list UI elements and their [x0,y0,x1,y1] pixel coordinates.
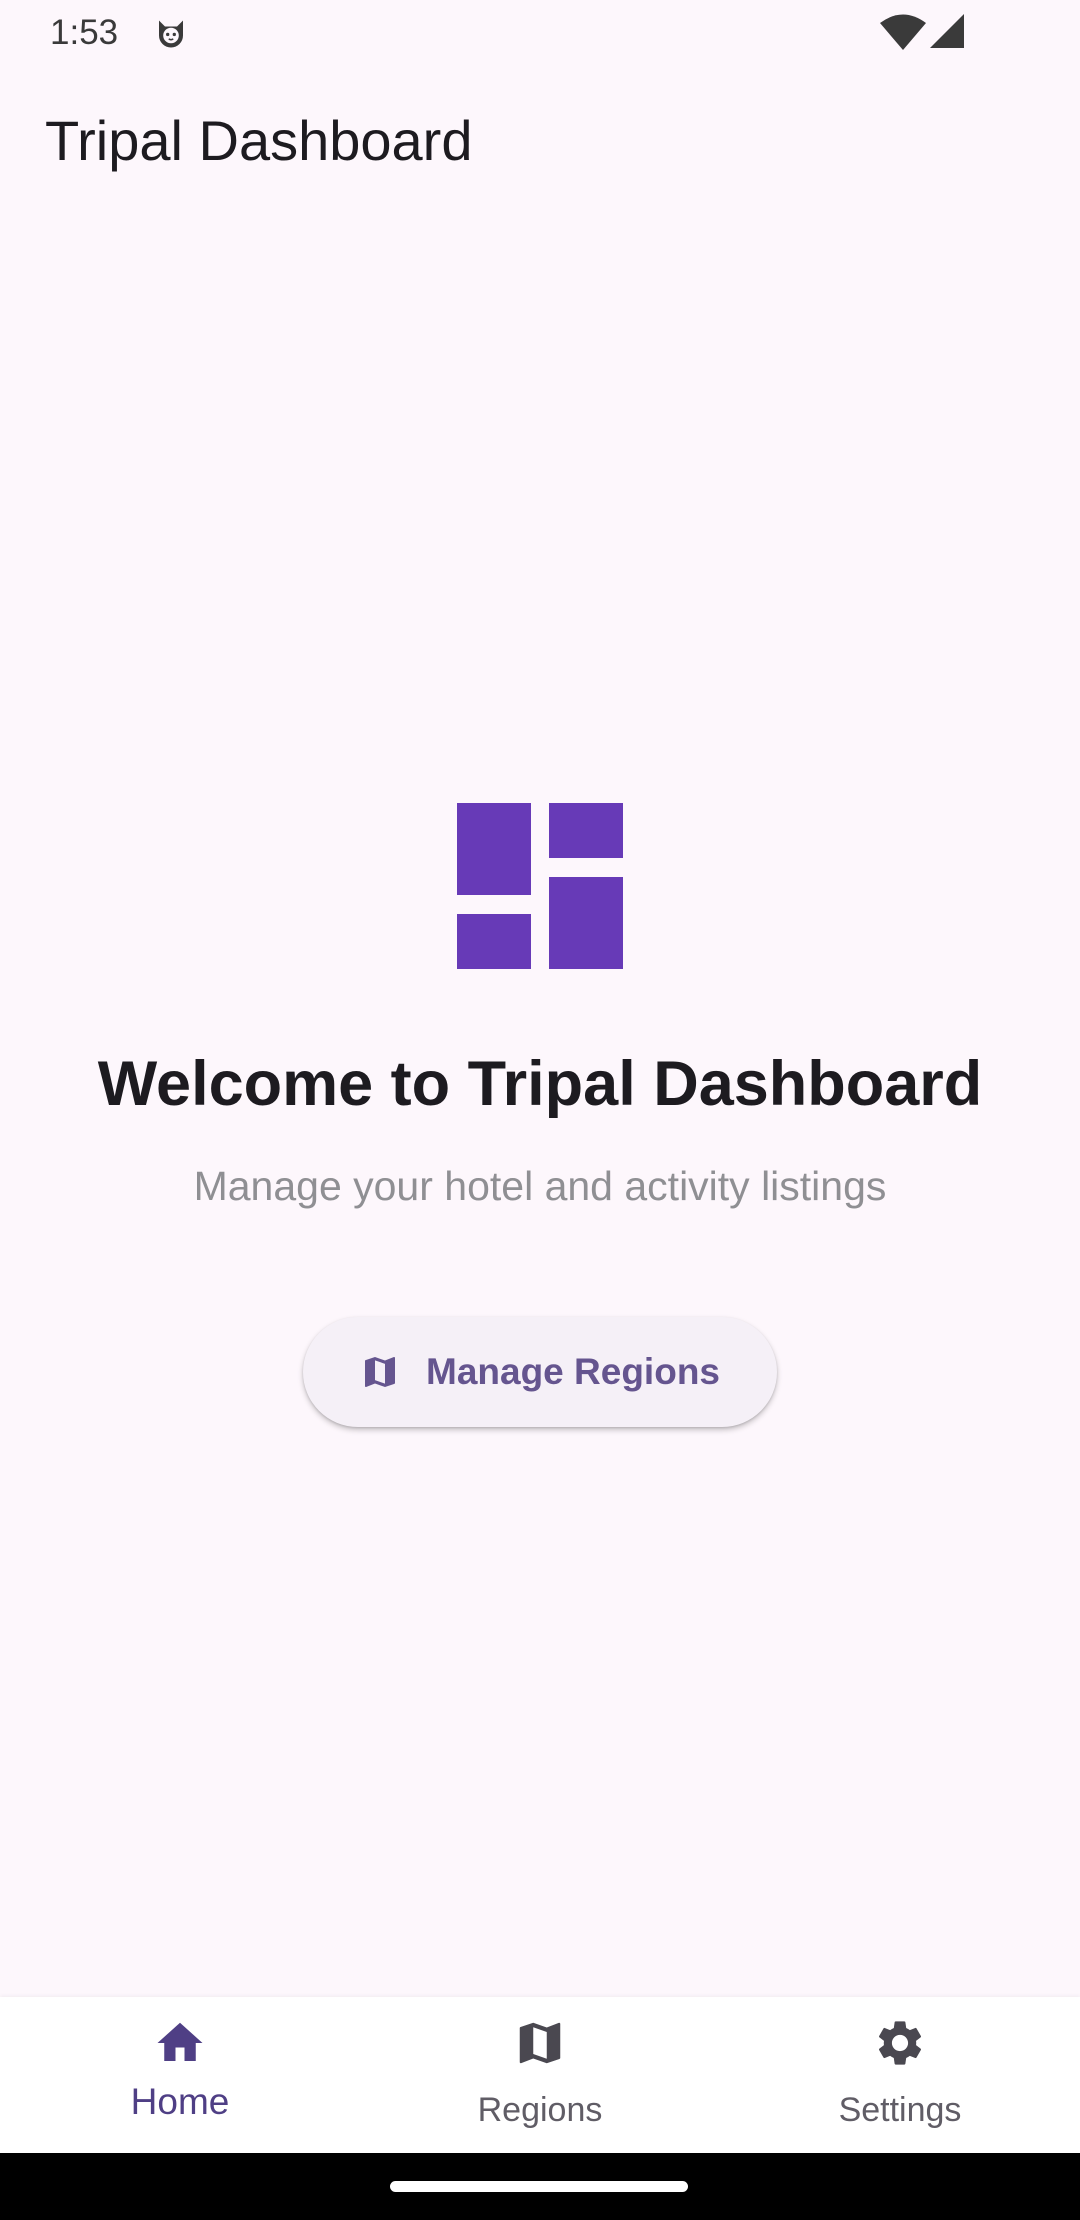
nav-label-regions: Regions [477,2091,603,2129]
manage-regions-button[interactable]: Manage Regions [303,1317,777,1427]
map-icon [519,2022,561,2064]
page-title: Tripal Dashboard [45,109,473,172]
nav-label-home: Home [130,2081,230,2122]
status-time: 1:53 [50,13,119,52]
nav-item-settings[interactable]: Settings [720,1997,1080,2153]
welcome-subtitle: Manage your hotel and activity listings [193,1163,887,1209]
status-bar: 1:53 [0,0,1080,66]
system-navigation-bar [0,2153,1080,2220]
welcome-title: Welcome to Tripal Dashboard [97,1049,983,1119]
nav-label-settings: Settings [838,2091,962,2129]
manage-regions-label: Manage Regions [426,1351,720,1392]
dashboard-icon [457,803,623,969]
home-gesture-handle[interactable] [390,2181,688,2192]
home-icon [157,2022,203,2061]
bottom-navigation: Home Regions Settings [0,1997,1080,2153]
map-icon [365,1357,395,1387]
cat-face-icon [159,20,183,48]
cell-signal-icon [930,14,964,48]
wifi-icon [880,14,926,50]
nav-item-regions[interactable]: Regions [360,1997,720,2153]
gear-icon [878,2021,922,2065]
nav-item-home[interactable]: Home [0,1997,360,2153]
